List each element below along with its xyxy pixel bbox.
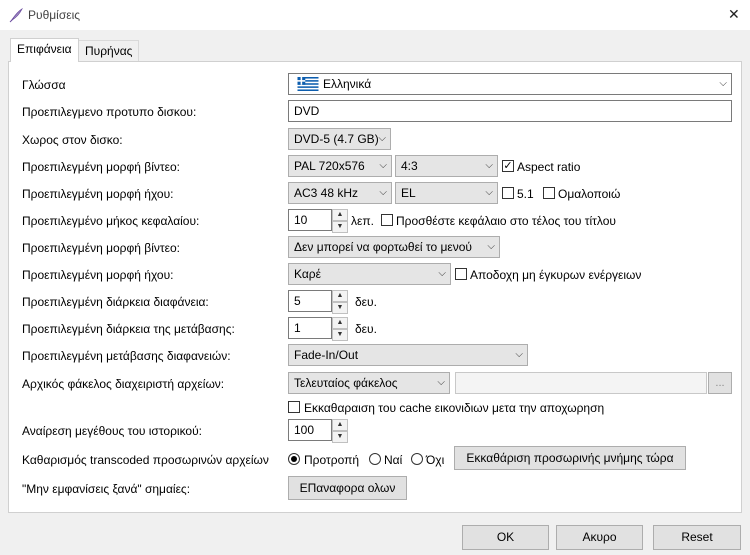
chevron-down-icon: ⌵	[719, 78, 727, 89]
chapter-length-label: Προεπιλεγμένο μήκος κεφαλαίου:	[22, 214, 200, 228]
file-manager-folder-select[interactable]: Τελευταίος φάκελος ⌵	[288, 372, 450, 394]
menu-audio-format-value: Καρέ	[294, 267, 321, 281]
language-label: Γλώσσα	[22, 78, 66, 92]
stepper-down-icon[interactable]: ▼	[332, 329, 348, 341]
menu-audio-format-select[interactable]: Καρέ ⌵	[288, 263, 451, 285]
audio-format-label: Προεπιλεγμένη μορφή ήχου:	[22, 187, 174, 201]
greek-flag-icon	[297, 77, 319, 91]
chapter-length-input[interactable]: 10	[288, 209, 332, 231]
add-chapter-checkbox[interactable]	[381, 214, 393, 226]
surround-checkbox[interactable]	[502, 187, 514, 199]
chevron-down-icon: ⌵	[485, 187, 493, 198]
slide-transition-label: Προεπιλεγμένη μετάβασης διαφανειών:	[22, 349, 231, 363]
history-size-label: Αναίρεση μεγέθους του ιστορικού:	[22, 424, 202, 438]
audio-language-select[interactable]: EL ⌵	[395, 182, 498, 204]
stepper-down-icon[interactable]: ▼	[332, 221, 348, 233]
chapter-length-unit: λεπ.	[351, 214, 374, 228]
title-bar	[0, 0, 750, 30]
radio-prompt[interactable]	[288, 453, 300, 465]
transition-duration-input[interactable]: 1	[288, 317, 332, 339]
stepper-up-icon[interactable]: ▲	[332, 419, 348, 431]
file-manager-path-input[interactable]	[455, 372, 707, 394]
history-size-input[interactable]: 100	[288, 419, 332, 441]
app-feather-icon	[9, 7, 23, 23]
menu-video-format-select[interactable]: Δεν μπορεί να φορτωθεί το μενού ⌵	[288, 236, 500, 258]
history-size-stepper[interactable]: ▲ ▼	[332, 419, 348, 443]
browse-button[interactable]: ...	[708, 372, 732, 394]
language-value: Ελληνικά	[323, 77, 372, 91]
audio-format-select[interactable]: AC3 48 kHz ⌵	[288, 182, 392, 204]
slide-duration-label: Προεπιλεγμένη διάρκεια διαφάνεια:	[22, 295, 209, 309]
reset-button[interactable]: Reset	[653, 525, 741, 550]
menu-video-format-label: Προεπιλεγμένη μορφή βίντεο:	[22, 241, 180, 255]
audio-format-value: AC3 48 kHz	[294, 186, 359, 200]
aspect-ratio-checkbox[interactable]: ✓	[502, 160, 514, 172]
normalize-label: Ομαλοποιώ	[558, 187, 621, 201]
menu-video-format-value: Δεν μπορεί να φορτωθεί το μενού	[294, 240, 472, 254]
surround-label: 5.1	[517, 187, 534, 201]
clear-cache-checkbox[interactable]	[288, 401, 300, 413]
disc-space-label: Χωρος στον δισκο:	[22, 133, 123, 147]
transition-duration-stepper[interactable]: ▲ ▼	[332, 317, 348, 341]
chevron-down-icon: ⌵	[438, 268, 446, 279]
radio-no[interactable]	[411, 453, 423, 465]
menu-audio-format-label: Προεπιλεγμένη μορφή ήχου:	[22, 268, 174, 282]
transition-duration-unit: δευ.	[355, 322, 377, 336]
file-manager-folder-label: Αρχικός φάκελος διαχειριστή αρχείων:	[22, 377, 225, 391]
slide-transition-value: Fade-In/Out	[294, 348, 359, 362]
dont-show-label: "Μην εμφανίσεις ξανά" σημαίες:	[22, 482, 191, 496]
normalize-checkbox[interactable]	[543, 187, 555, 199]
chapter-length-stepper[interactable]: ▲ ▼	[332, 209, 348, 233]
slide-duration-unit: δευ.	[355, 295, 377, 309]
language-select[interactable]: Ελληνικά ⌵	[288, 73, 732, 95]
transcoded-cleanup-label: Καθαρισμός transcoded προσωρινών αρχείων	[22, 453, 269, 467]
radio-yes-label: Ναί	[384, 453, 403, 467]
radio-prompt-label: Προτροπή	[304, 453, 360, 467]
audio-language-value: EL	[401, 186, 416, 200]
radio-yes[interactable]	[369, 453, 381, 465]
slide-duration-stepper[interactable]: ▲ ▼	[332, 290, 348, 314]
disc-template-label: Προεπιλεγμενο προτυπο δισκου:	[22, 105, 197, 119]
slide-transition-select[interactable]: Fade-In/Out ⌵	[288, 344, 528, 366]
stepper-up-icon[interactable]: ▲	[332, 317, 348, 329]
window-title: Ρυθμίσεις	[28, 8, 81, 22]
chevron-down-icon: ⌵	[485, 160, 493, 171]
stepper-up-icon[interactable]: ▲	[332, 209, 348, 221]
disc-space-select[interactable]: DVD-5 (4.7 GB) ⌵	[288, 128, 391, 150]
transition-duration-label: Προεπιλεγμένη διάρκεια της μετάβασης:	[22, 322, 235, 336]
disc-space-value: DVD-5 (4.7 GB)	[294, 132, 379, 146]
close-button[interactable]: ✕	[728, 6, 740, 23]
reset-all-button[interactable]: ΕΠαναφορα ολων	[288, 476, 407, 500]
clear-cache-now-button[interactable]: Εκκαθάριση προσωρινής μνήμης τώρα	[454, 446, 686, 470]
stepper-down-icon[interactable]: ▼	[332, 302, 348, 314]
stepper-down-icon[interactable]: ▼	[332, 431, 348, 443]
aspect-select[interactable]: 4:3 ⌵	[395, 155, 498, 177]
accept-invalid-checkbox[interactable]	[455, 268, 467, 280]
video-format-label: Προεπιλεγμένη μορφή βίντεο:	[22, 160, 180, 174]
slide-duration-input[interactable]: 5	[288, 290, 332, 312]
accept-invalid-label: Αποδοχη μη έγκυρων ενέργειων	[470, 268, 642, 282]
ok-button[interactable]: OK	[462, 525, 549, 550]
clear-cache-label: Εκκαθαραιση του cache εικονιδιων μετα τη…	[304, 401, 605, 415]
cancel-button[interactable]: Ακυρο	[556, 525, 643, 550]
chevron-down-icon: ⌵	[378, 133, 386, 144]
video-format-value: PAL 720x576	[294, 159, 365, 173]
add-chapter-label: Προσθέστε κεφάλαιο στο τέλος του τίτλου	[396, 214, 616, 228]
tab-core[interactable]: Πυρήνας	[78, 40, 140, 61]
tab-surface[interactable]: Επιφάνεια	[10, 38, 79, 62]
video-format-select[interactable]: PAL 720x576 ⌵	[288, 155, 392, 177]
aspect-value: 4:3	[401, 159, 418, 173]
radio-no-label: Όχι	[426, 453, 445, 467]
chevron-down-icon: ⌵	[515, 349, 523, 360]
aspect-ratio-label: Aspect ratio	[517, 160, 581, 174]
chevron-down-icon: ⌵	[379, 187, 387, 198]
chevron-down-icon: ⌵	[379, 160, 387, 171]
chevron-down-icon: ⌵	[437, 377, 445, 388]
disc-template-input[interactable]: DVD	[288, 100, 732, 122]
stepper-up-icon[interactable]: ▲	[332, 290, 348, 302]
file-manager-folder-value: Τελευταίος φάκελος	[294, 376, 398, 390]
chevron-down-icon: ⌵	[487, 241, 495, 252]
